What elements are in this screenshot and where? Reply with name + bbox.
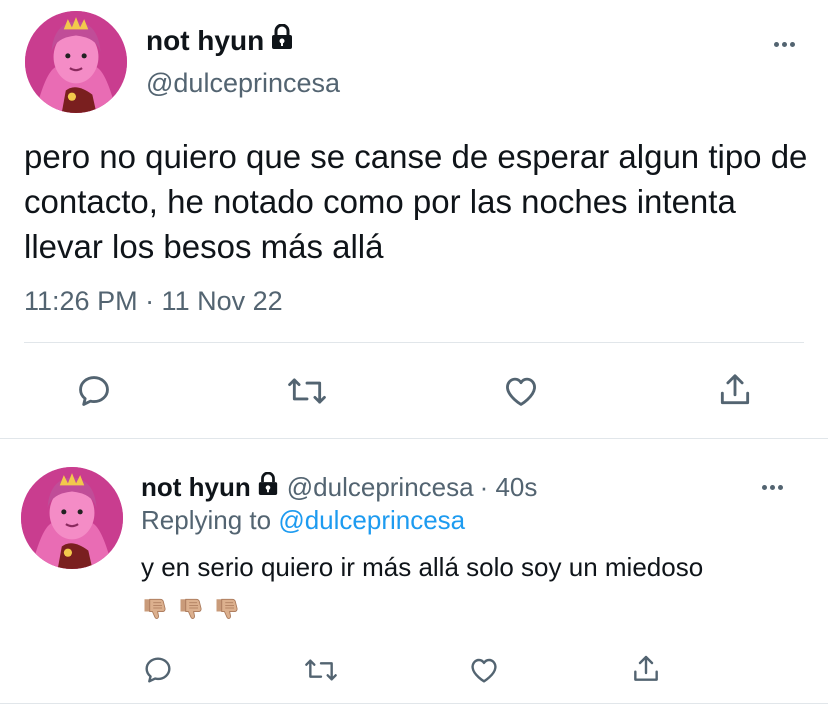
avatar[interactable] xyxy=(25,11,127,113)
replying-to-label: Replying to xyxy=(141,505,272,535)
tweet-text: pero no quiero que se canse de esperar a… xyxy=(24,138,808,265)
avatar-image xyxy=(25,11,127,113)
more-options-icon[interactable] xyxy=(774,42,795,47)
tweet-text: y en serio quiero ir más allá solo soy u… xyxy=(141,552,704,582)
like-icon[interactable] xyxy=(467,654,501,686)
share-icon[interactable] xyxy=(630,652,662,686)
replying-to: Replying to @dulceprincesa xyxy=(141,505,465,536)
reply-icon[interactable] xyxy=(142,654,174,686)
thumbs-down-emoji xyxy=(180,598,202,619)
handle[interactable]: @dulceprincesa xyxy=(287,472,474,503)
author-row: not hyun @dulceprincesa · 40s xyxy=(141,471,538,503)
display-name[interactable]: not hyun xyxy=(141,472,251,503)
thumbs-down-emoji xyxy=(216,598,238,619)
avatar[interactable] xyxy=(21,467,123,569)
more-options-icon[interactable] xyxy=(762,485,783,490)
thumbs-down-emoji xyxy=(144,598,166,619)
author-row: not hyun xyxy=(146,23,294,57)
divider xyxy=(0,438,828,439)
divider xyxy=(24,342,804,343)
retweet-icon[interactable] xyxy=(303,654,339,686)
divider xyxy=(0,703,828,704)
reply-icon[interactable] xyxy=(75,372,113,410)
display-name[interactable]: not hyun xyxy=(146,25,264,57)
lock-icon xyxy=(257,471,279,503)
retweet-icon[interactable] xyxy=(286,372,328,410)
time-ago[interactable]: · 40s xyxy=(480,472,538,503)
avatar-image xyxy=(21,467,123,569)
lock-icon xyxy=(270,23,294,57)
like-icon[interactable] xyxy=(501,372,541,410)
share-icon[interactable] xyxy=(716,370,754,410)
handle[interactable]: @dulceprincesa xyxy=(146,68,340,99)
timestamp[interactable]: 11:26 PM · 11 Nov 22 xyxy=(24,286,283,317)
replying-to-mention[interactable]: @dulceprincesa xyxy=(278,505,465,535)
emoji-row xyxy=(141,594,241,622)
